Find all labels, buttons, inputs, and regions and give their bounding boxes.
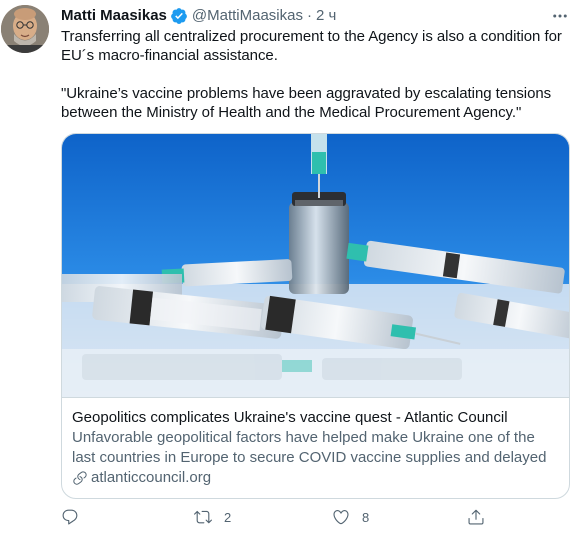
tweet-paragraph: "Ukraine’s vaccine problems have been ag…	[61, 85, 552, 121]
like-count: 8	[362, 509, 370, 525]
like-button[interactable]: 8	[332, 508, 369, 526]
more-options-icon[interactable]	[550, 6, 570, 26]
card-title[interactable]: Geopolitics complicates Ukraine's vaccin…	[72, 408, 562, 428]
tweet-actions: 2 8	[61, 508, 501, 532]
timestamp[interactable]: 2 ч	[316, 6, 336, 26]
card-divider	[62, 397, 569, 398]
card-description: Unfavorable geopolitical factors have he…	[72, 429, 547, 466]
tweet[interactable]: Matti Maasikas @MattiMaasikas · 2 ч Tran…	[0, 0, 580, 535]
verified-badge-icon	[170, 7, 188, 25]
card-image[interactable]	[62, 134, 569, 397]
reply-icon	[61, 508, 79, 526]
share-button[interactable]	[467, 508, 485, 526]
card-domain-text: atlanticcouncil.org	[91, 469, 212, 486]
handle[interactable]: @MattiMaasikas	[192, 6, 303, 26]
tweet-paragraph: Transferring all centralized procurement…	[61, 28, 562, 64]
card-body[interactable]: Geopolitics complicates Ukraine's vaccin…	[72, 408, 562, 488]
link-card[interactable]: Geopolitics complicates Ukraine's vaccin…	[61, 133, 570, 499]
tweet-header: Matti Maasikas @MattiMaasikas · 2 ч	[61, 6, 570, 26]
retweet-icon	[194, 508, 212, 526]
retweet-count: 2	[224, 509, 232, 525]
avatar[interactable]	[1, 5, 49, 53]
card-domain[interactable]: atlanticcouncil.org	[72, 468, 562, 488]
like-icon	[332, 508, 350, 526]
display-name[interactable]: Matti Maasikas	[61, 6, 167, 26]
reply-button[interactable]	[61, 508, 79, 526]
share-icon	[467, 508, 485, 526]
tweet-text: Transferring all centralized procurement…	[61, 27, 573, 122]
separator-dot: ·	[306, 7, 312, 24]
link-icon	[72, 470, 88, 486]
retweet-button[interactable]: 2	[194, 508, 231, 526]
